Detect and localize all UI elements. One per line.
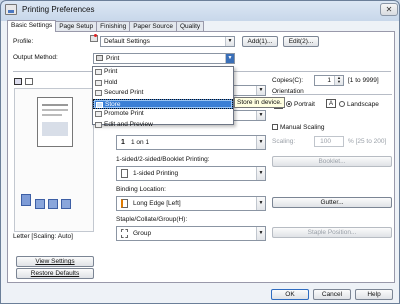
staple-unit-icon [61, 199, 71, 209]
title-bar: Printing Preferences ✕ [1, 1, 399, 19]
help-button[interactable]: Help [355, 289, 393, 300]
page-preview [14, 88, 94, 232]
finisher-icon [48, 199, 58, 209]
manual-scaling-label: Manual Scaling [280, 124, 325, 131]
one-sided-icon [121, 169, 128, 178]
output-method-select[interactable]: Print ▼ [93, 53, 235, 64]
gutter-button[interactable]: Gutter... [272, 197, 392, 208]
copies-label: Copies(C): [272, 77, 304, 84]
profile-mark-icon [94, 34, 97, 37]
portrait-label: Portrait [294, 101, 315, 108]
chevron-down-icon: ▼ [256, 111, 265, 120]
group-icon [121, 229, 128, 238]
printing-preferences-window: Printing Preferences ✕ Basic Settings Pa… [0, 0, 400, 304]
profile-label: Profile: [13, 38, 34, 45]
profile-select[interactable]: Default Settings ▼ [100, 36, 235, 47]
view-settings-button[interactable]: View Settings [16, 256, 94, 267]
profile-value: Default Settings [104, 38, 150, 45]
option-print[interactable]: Print [93, 67, 233, 78]
chevron-down-icon: ▼ [256, 197, 265, 210]
orientation-group-line [272, 94, 392, 95]
long-edge-left-icon [121, 199, 128, 208]
tooltip: Store in device. [234, 97, 285, 108]
option-secured-print[interactable]: Secured Print [93, 88, 233, 99]
staple-select[interactable]: Group ▼ [116, 226, 266, 241]
sided-select[interactable]: 1-sided Printing ▼ [116, 166, 266, 181]
output-method-label: Output Method: [13, 54, 58, 61]
output-tray-icon [35, 199, 45, 209]
settings-view-icon[interactable] [25, 78, 33, 85]
edit-preview-icon [95, 121, 102, 128]
staple-position-button[interactable]: Staple Position... [272, 227, 392, 238]
print-icon [95, 69, 102, 75]
scaling-input[interactable]: 100 [314, 136, 344, 147]
chevron-down-icon: ▼ [225, 54, 234, 63]
dialog-footer: OK Cancel Help [1, 285, 399, 303]
chevron-down-icon: ▼ [256, 167, 265, 180]
copies-input[interactable]: 1 ▲ ▼ [314, 75, 344, 86]
staple-label: Staple/Collate/Group(H): [116, 216, 188, 223]
edit-profile-button[interactable]: Edit(2)... [283, 36, 319, 47]
chevron-down-icon: ▼ [256, 227, 265, 240]
one-on-one-icon: 1 [121, 139, 125, 146]
preview-toggle-icon[interactable] [14, 78, 22, 85]
chevron-down-icon: ▼ [225, 37, 234, 46]
landscape-radio[interactable] [339, 101, 345, 107]
binding-select[interactable]: Long Edge [Left] ▼ [116, 196, 266, 211]
landscape-icon: A [326, 99, 336, 108]
option-promote-print[interactable]: Promote Print [93, 109, 233, 120]
store-icon [96, 101, 103, 108]
sided-label: 1-sided/2-sided/Booklet Printing: [116, 156, 210, 163]
chevron-down-icon: ▼ [256, 86, 265, 95]
cancel-button[interactable]: Cancel [313, 289, 351, 300]
booklet-button[interactable]: Booklet... [272, 156, 392, 167]
paper-preview [37, 97, 73, 147]
restore-defaults-button[interactable]: Restore Defaults [16, 268, 94, 279]
scaling-range: % [25 to 200] [348, 138, 387, 145]
promote-print-icon [95, 111, 102, 117]
staple-value: Group [133, 230, 152, 237]
lock-icon [95, 90, 102, 96]
chevron-down-icon: ▼ [256, 136, 265, 149]
output-method-dropdown: Print Hold Secured Print Store Promote P… [92, 66, 234, 128]
scaling-label: Scaling: [272, 138, 296, 145]
landscape-label: Landscape [347, 101, 379, 108]
tab-basic-settings[interactable]: Basic Settings [7, 20, 57, 32]
hold-icon [95, 79, 102, 86]
output-method-value: Print [106, 55, 120, 62]
binding-label: Binding Location: [116, 186, 166, 193]
page-layout-select[interactable]: 1 1 on 1 ▼ [116, 135, 266, 150]
option-edit-and-preview[interactable]: Edit and Preview [93, 120, 233, 131]
window-title: Printing Preferences [22, 5, 95, 14]
close-button[interactable]: ✕ [380, 3, 398, 16]
portrait-radio[interactable] [286, 101, 292, 107]
sided-value: 1-sided Printing [133, 170, 179, 177]
copies-range: [1 to 9999] [348, 77, 379, 84]
printer-icon [5, 4, 17, 15]
binding-value: Long Edge [Left] [133, 200, 181, 207]
preview-caption: Letter [Scaling: Auto] [13, 233, 73, 240]
paper-tray-icon [21, 194, 31, 206]
spinner-icon[interactable]: ▲ ▼ [334, 76, 343, 85]
page-layout-value: 1 on 1 [131, 139, 150, 146]
manual-scaling-checkbox[interactable] [272, 124, 278, 130]
print-icon [96, 55, 103, 61]
option-hold[interactable]: Hold [93, 78, 233, 89]
add-profile-button[interactable]: Add(1)... [242, 36, 278, 47]
ok-button[interactable]: OK [271, 289, 309, 300]
option-store[interactable]: Store [93, 98, 233, 109]
